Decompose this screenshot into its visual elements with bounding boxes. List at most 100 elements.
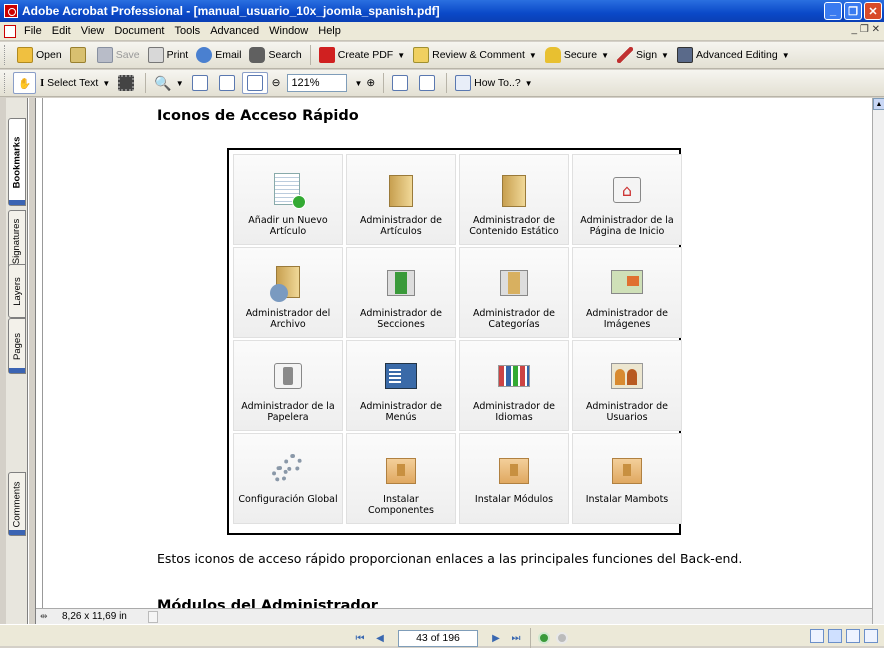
quick-icon-languages-manager: Administrador de Idiomas: [459, 340, 569, 431]
printer-icon: [147, 47, 164, 63]
vertical-scrollbar[interactable]: ▲: [872, 98, 884, 624]
tab-pages[interactable]: Pages: [8, 318, 26, 374]
box-icon: [609, 452, 645, 488]
print-button[interactable]: Print: [144, 44, 193, 66]
menu-window[interactable]: Window: [269, 25, 308, 37]
tab-layers-label: Layers: [11, 276, 23, 306]
tab-indicator: [9, 200, 25, 205]
email-icon: [196, 47, 213, 63]
maximize-button[interactable]: ❐: [844, 2, 862, 20]
select-text-label: Select Text: [47, 77, 99, 89]
open-button[interactable]: Open: [13, 44, 66, 66]
select-text-button[interactable]: I Select Text ▼: [36, 72, 114, 94]
review-comment-button[interactable]: Review & Comment ▼: [409, 44, 541, 66]
save-button[interactable]: Save: [93, 44, 144, 66]
quick-icon-archive-manager: Administrador del Archivo: [233, 247, 343, 338]
rotate-button[interactable]: [388, 72, 415, 94]
menu-icon: [383, 359, 419, 395]
gears-icon: [270, 452, 306, 488]
continuous-facing-layout-icon[interactable]: [864, 629, 878, 643]
menu-edit[interactable]: Edit: [52, 25, 71, 37]
tab-indicator: [9, 530, 25, 535]
binoculars-icon: [249, 47, 266, 63]
tab-comments[interactable]: Comments: [8, 472, 26, 536]
folder-icon: [383, 173, 419, 209]
minimize-button[interactable]: _: [824, 2, 842, 20]
email-button[interactable]: Email: [192, 44, 245, 66]
menu-view[interactable]: View: [81, 25, 105, 37]
last-page-icon[interactable]: ⏭: [509, 631, 523, 645]
menu-document[interactable]: Document: [114, 25, 164, 37]
zoom-in-button[interactable]: ⊕: [362, 72, 379, 94]
fit-width-button[interactable]: [241, 72, 268, 94]
zoom-level-field[interactable]: 121%: [287, 74, 348, 92]
quick-icon-article-manager: Administrador de Artículos: [346, 154, 456, 245]
zoom-tool-button[interactable]: 🔍 ▼: [150, 72, 187, 94]
secure-button[interactable]: Secure ▼: [541, 44, 613, 66]
quick-icon-label: Administrador de Imágenes: [586, 308, 668, 330]
save-label: Save: [115, 49, 140, 61]
quick-icon-trash-manager: Administrador de la Papelera: [233, 340, 343, 431]
single-page-layout-icon[interactable]: [810, 629, 824, 643]
menu-file[interactable]: File: [24, 25, 42, 37]
body-paragraph: Estos iconos de acceso rápido proporcion…: [157, 551, 743, 566]
actual-size-button[interactable]: [188, 72, 215, 94]
rotate-counter-icon: [419, 75, 436, 91]
document-window-controls[interactable]: _ ❐ ✕: [852, 24, 880, 35]
panel-splitter[interactable]: [28, 98, 36, 624]
menu-bar: File Edit View Document Tools Advanced W…: [0, 22, 884, 41]
create-pdf-button[interactable]: Create PDF ▼: [315, 44, 409, 66]
hand-icon: ✋: [18, 77, 32, 90]
toolbar-file: Open Save Print Email Search Create PDF ▼…: [0, 42, 884, 69]
split-handle-icon[interactable]: ⇹: [40, 611, 48, 622]
previous-page-icon[interactable]: ◀: [373, 631, 387, 645]
facing-layout-icon[interactable]: [846, 629, 860, 643]
fit-page-button[interactable]: [215, 72, 242, 94]
menu-tools[interactable]: Tools: [175, 25, 201, 37]
continuous-layout-icon[interactable]: [828, 629, 842, 643]
page-number-field[interactable]: 43 of 196: [398, 629, 478, 647]
rotate-page-icon: [392, 75, 409, 91]
first-page-icon[interactable]: ⏮: [353, 631, 367, 645]
create-pdf-label: Create PDF: [337, 49, 394, 61]
sign-button[interactable]: Sign ▼: [613, 44, 673, 66]
chevron-down-icon: ▼: [528, 50, 537, 60]
horizontal-scrollbar[interactable]: [148, 611, 158, 623]
advanced-editing-button[interactable]: Advanced Editing ▼: [673, 44, 794, 66]
organizer-icon: [69, 47, 86, 63]
search-button[interactable]: Search: [245, 44, 305, 66]
zoom-level: 121%: [291, 77, 320, 89]
sections-icon: [383, 266, 419, 302]
next-view-icon[interactable]: [556, 632, 568, 644]
zoom-in-icon: ⊕: [366, 77, 376, 89]
advanced-editing-label: Advanced Editing: [695, 49, 778, 61]
how-to-button[interactable]: How To..? ▼: [451, 72, 536, 94]
tab-bookmarks[interactable]: Bookmarks: [8, 118, 26, 206]
toolbar-grip[interactable]: [4, 45, 7, 65]
zoom-dropdown-icon[interactable]: ▼: [354, 79, 362, 88]
quick-icon-install-modules: Instalar Módulos: [459, 433, 569, 524]
tab-layers[interactable]: Layers: [8, 264, 26, 318]
hand-tool-button[interactable]: ✋: [13, 72, 37, 94]
sign-label: Sign: [636, 49, 658, 61]
previous-view-icon[interactable]: [538, 632, 550, 644]
scroll-up-arrow[interactable]: ▲: [873, 98, 884, 110]
next-page-icon[interactable]: ▶: [489, 631, 503, 645]
document-view[interactable]: Iconos de Acceso Rápido Añadir un Nuevo …: [36, 98, 872, 608]
page-icon: [191, 75, 208, 91]
toolbar-separator: [383, 73, 385, 93]
organizer-button[interactable]: [66, 44, 93, 66]
fit-width-icon: [246, 75, 263, 91]
rotate-counter-button[interactable]: [415, 72, 442, 94]
menu-help[interactable]: Help: [318, 25, 341, 37]
toolbar-grip[interactable]: [4, 73, 7, 93]
quick-icon-label: Administrador de la Página de Inicio: [580, 215, 674, 237]
print-label: Print: [166, 49, 189, 61]
menu-advanced[interactable]: Advanced: [210, 25, 259, 37]
help-list-icon: [455, 75, 472, 91]
snapshot-button[interactable]: [114, 72, 141, 94]
tab-signatures[interactable]: Signatures: [8, 210, 26, 272]
close-button[interactable]: ✕: [864, 2, 882, 20]
zoom-out-button[interactable]: ⊖: [268, 72, 285, 94]
document-icon: [4, 24, 16, 38]
